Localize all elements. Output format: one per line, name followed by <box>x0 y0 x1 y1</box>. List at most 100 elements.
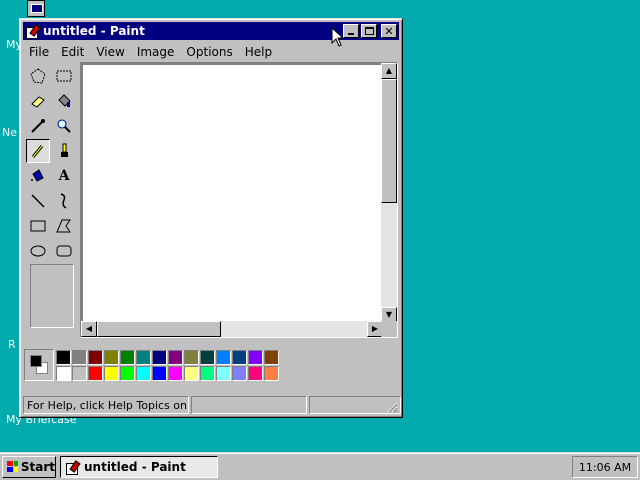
color-swatch[interactable] <box>264 366 279 381</box>
color-swatch[interactable] <box>184 350 199 365</box>
start-button[interactable]: Start <box>2 456 56 478</box>
color-swatch[interactable] <box>216 350 231 365</box>
desktop-label-network[interactable]: Ne <box>2 126 17 139</box>
menu-file-label: File <box>29 44 50 59</box>
horizontal-scroll-thumb[interactable] <box>97 321 221 337</box>
tool-pencil[interactable] <box>26 139 50 163</box>
taskbar-paint-button[interactable]: untitled - Paint <box>60 456 218 478</box>
color-swatch[interactable] <box>104 366 119 381</box>
tool-airbrush[interactable] <box>26 164 50 188</box>
menu-help[interactable]: Help <box>239 45 278 59</box>
color-swatch[interactable] <box>232 366 247 381</box>
color-swatch[interactable] <box>248 366 263 381</box>
tool-select[interactable] <box>52 64 76 88</box>
tool-pick-color[interactable] <box>26 114 50 138</box>
free-form-select-icon <box>30 68 46 84</box>
vertical-scroll-thumb[interactable] <box>381 79 397 203</box>
color-swatch[interactable] <box>56 350 71 365</box>
minimize-button[interactable] <box>343 24 359 38</box>
menu-file[interactable]: File <box>23 45 55 59</box>
color-swatch[interactable] <box>120 350 135 365</box>
ellipse-icon <box>30 245 46 257</box>
fill-icon <box>58 94 71 107</box>
color-swatch[interactable] <box>104 350 119 365</box>
color-swatch[interactable] <box>232 350 247 365</box>
minimize-icon <box>348 33 354 35</box>
toolbox: A <box>26 61 78 331</box>
tool-options-box[interactable] <box>30 264 74 328</box>
tool-magnifier[interactable] <box>52 114 76 138</box>
scroll-up-button[interactable]: ▲ <box>381 63 397 79</box>
text-icon: A <box>58 168 70 184</box>
magnifier-icon <box>57 119 71 133</box>
select-icon <box>56 70 72 82</box>
tool-rectangle[interactable] <box>26 214 50 238</box>
tool-free-form-select[interactable] <box>26 64 50 88</box>
taskbar-paint-label: untitled - Paint <box>84 460 186 474</box>
vertical-scrollbar[interactable]: ▲ ▼ <box>381 63 397 323</box>
color-swatch[interactable] <box>136 350 151 365</box>
menu-options[interactable]: Options <box>180 45 238 59</box>
color-swatch[interactable] <box>72 366 87 381</box>
tool-eraser[interactable] <box>26 89 50 113</box>
tool-line[interactable] <box>26 189 50 213</box>
color-swatch[interactable] <box>168 350 183 365</box>
horizontal-scrollbar[interactable]: ◀ ▶ <box>81 321 383 337</box>
color-swatch[interactable] <box>88 366 103 381</box>
color-swatch[interactable] <box>56 366 71 381</box>
tool-rounded-rectangle[interactable] <box>52 239 76 263</box>
menu-image-label: Image <box>136 44 175 59</box>
status-bar: For Help, click Help Topics on the <box>23 396 401 414</box>
menu-view-label: View <box>96 44 125 59</box>
curve-icon <box>60 193 67 209</box>
color-swatch[interactable] <box>200 350 215 365</box>
rounded-rectangle-icon <box>56 245 72 257</box>
color-swatch[interactable] <box>120 366 135 381</box>
tool-ellipse[interactable] <box>26 239 50 263</box>
color-swatch[interactable] <box>264 350 279 365</box>
desktop-icon[interactable] <box>27 0 45 17</box>
paint-app-icon[interactable] <box>25 25 40 39</box>
color-swatch[interactable] <box>200 366 215 381</box>
menu-image[interactable]: Image <box>131 45 181 59</box>
mouse-cursor-icon <box>331 27 345 47</box>
menu-edit-label: Edit <box>61 44 85 59</box>
color-swatch[interactable] <box>216 366 231 381</box>
tool-polygon[interactable] <box>52 214 76 238</box>
arrow-down-icon: ▼ <box>385 310 393 319</box>
scroll-corner <box>381 321 397 337</box>
windows-logo-icon <box>7 461 18 472</box>
status-position <box>191 396 307 414</box>
color-swatch[interactable] <box>248 350 263 365</box>
menu-view[interactable]: View <box>90 45 130 59</box>
start-label: Start <box>20 460 55 474</box>
tool-text[interactable]: A <box>52 164 76 188</box>
tool-fill[interactable] <box>52 89 76 113</box>
rectangle-icon <box>30 220 46 232</box>
close-button[interactable]: ✕ <box>381 24 397 38</box>
color-swatch[interactable] <box>72 350 87 365</box>
color-swatch[interactable] <box>152 350 167 365</box>
color-swatch[interactable] <box>168 366 183 381</box>
canvas-area: ▲ ▼ ◀ ▶ <box>80 62 398 338</box>
clock[interactable]: 11:06 AM <box>579 461 631 474</box>
color-palette <box>24 349 286 383</box>
pick-color-icon <box>31 119 45 133</box>
close-icon: ✕ <box>384 24 394 38</box>
color-swatch[interactable] <box>152 366 167 381</box>
resize-grip-icon[interactable] <box>386 401 398 413</box>
desktop-label-recycle[interactable]: R <box>8 338 16 351</box>
tool-brush[interactable] <box>52 139 76 163</box>
color-swatch[interactable] <box>88 350 103 365</box>
maximize-icon <box>364 27 374 35</box>
arrow-left-icon: ◀ <box>85 324 93 333</box>
maximize-button[interactable] <box>361 24 377 38</box>
color-swatch[interactable] <box>184 366 199 381</box>
tool-curve[interactable] <box>52 189 76 213</box>
arrow-right-icon: ▶ <box>371 324 379 333</box>
menu-edit[interactable]: Edit <box>55 45 90 59</box>
scroll-left-button[interactable]: ◀ <box>81 321 97 337</box>
drawing-canvas[interactable] <box>83 65 383 321</box>
menu-options-label: Options <box>186 44 233 59</box>
color-swatch[interactable] <box>136 366 151 381</box>
